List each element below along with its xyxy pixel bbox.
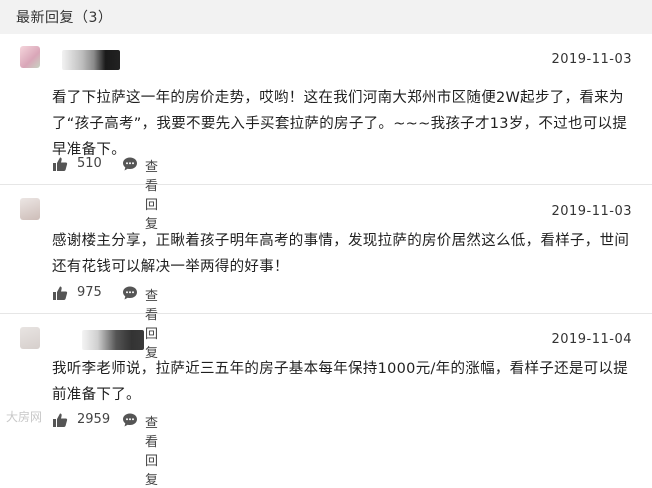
view-replies-link[interactable]: 查看回复 [145,156,158,232]
like-count: 2959 [77,412,111,427]
comment-divider [0,313,652,314]
reply-bubble-icon[interactable] [122,412,138,428]
comment-date: 2019-11-04 [551,332,632,347]
comments-count-title: 最新回复（3） [16,10,113,26]
comment-text: 看了下拉萨这一年的房价走势，哎哟！这在我们河南大郑州市区随便2W起步了，看来为了… [52,90,628,158]
comment-date: 2019-11-03 [551,204,632,219]
username-blurred [82,330,144,350]
thumbs-up-icon[interactable] [52,285,68,301]
avatar[interactable] [20,46,40,68]
thumbs-up-icon[interactable] [52,412,68,428]
avatar[interactable] [20,198,40,220]
view-replies-link[interactable]: 查看回复 [145,412,158,488]
watermark: 大房网 [6,410,43,424]
comments-header: 最新回复（3） [0,0,652,34]
avatar[interactable] [20,327,40,349]
comment-date: 2019-11-03 [551,52,632,67]
like-count: 510 [77,156,102,171]
reply-bubble-icon[interactable] [122,156,138,172]
comment-divider [0,184,652,185]
thumbs-up-icon[interactable] [52,156,68,172]
like-count: 975 [77,285,102,300]
comment-text: 我听李老师说，拉萨近三五年的房子基本每年保持1000元/年的涨幅，看样子还是可以… [52,361,629,403]
reply-bubble-icon[interactable] [122,285,138,301]
comment-text: 感谢楼主分享，正瞅着孩子明年高考的事情，发现拉萨的房价居然这么低，看样子，世间还… [52,233,630,275]
view-replies-link[interactable]: 查看回复 [145,285,158,361]
username-blurred [62,50,120,70]
